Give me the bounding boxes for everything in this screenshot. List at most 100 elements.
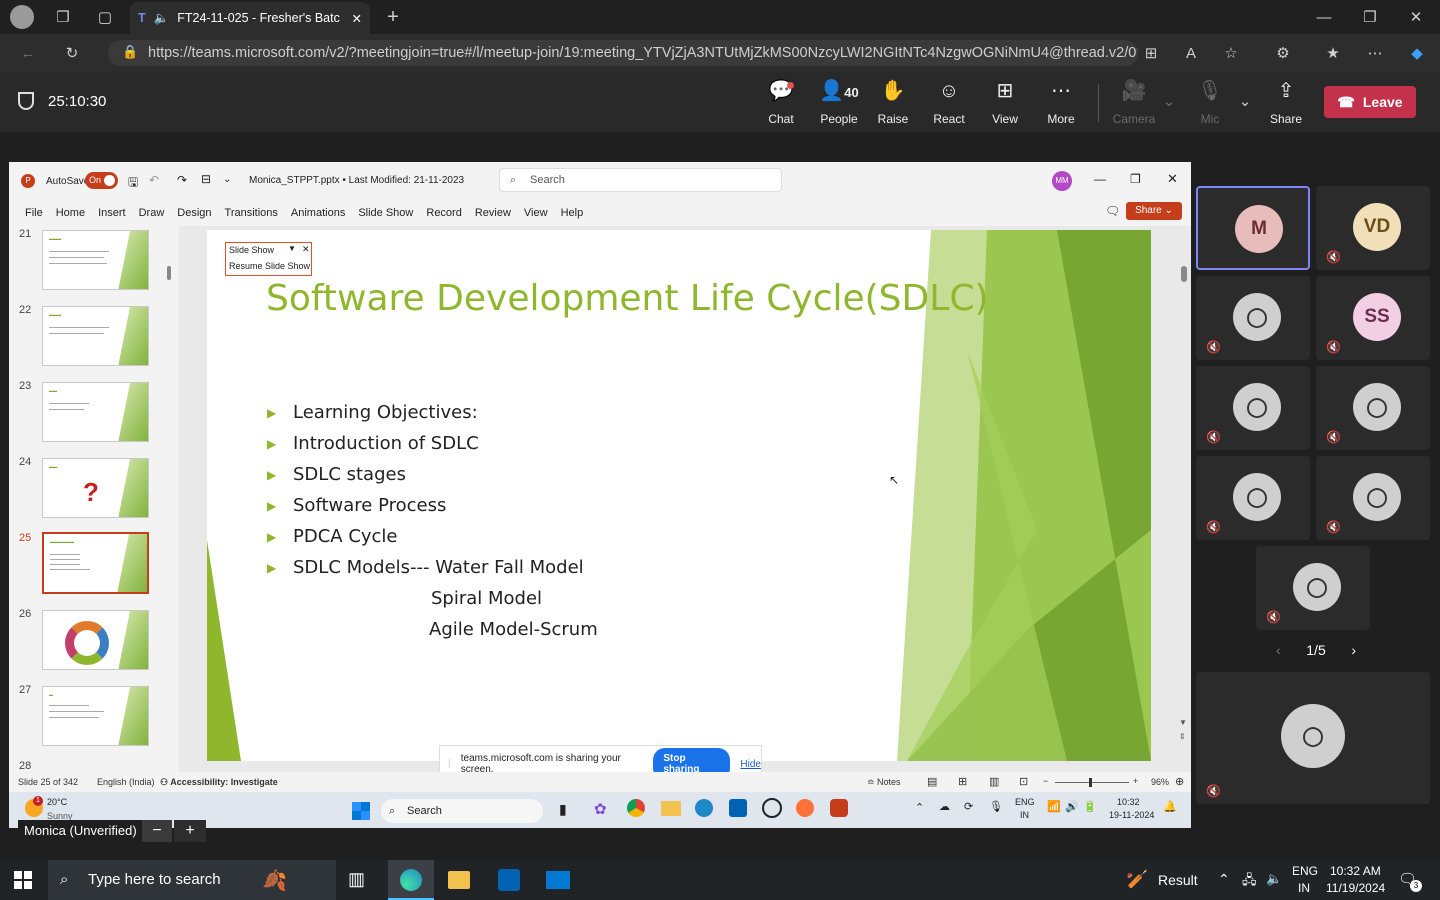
task-view-icon[interactable]: ▥: [348, 869, 365, 890]
tray-overflow-icon[interactable]: ⌃: [1218, 871, 1230, 888]
chat-button[interactable]: 💬 Chat: [755, 80, 807, 126]
scroll-down-icon[interactable]: ▼: [1179, 718, 1187, 727]
language-status[interactable]: English (India): [97, 777, 155, 787]
camera-button[interactable]: 🎥 Camera: [1108, 80, 1160, 126]
menu-draw[interactable]: Draw: [139, 207, 165, 219]
comments-icon[interactable]: 🗨: [1105, 204, 1120, 218]
normal-view-icon[interactable]: ▤: [927, 775, 937, 788]
participant-tile[interactable]: VD 🔇: [1316, 186, 1430, 270]
participant-tile[interactable]: ◯ 🔇: [1196, 456, 1310, 540]
file-explorer-icon[interactable]: [448, 871, 470, 889]
menu-insert[interactable]: Insert: [98, 207, 126, 219]
powerpoint-search-box[interactable]: ⌕ Search: [499, 168, 782, 192]
refresh-button[interactable]: ↻: [60, 42, 84, 64]
slideshow-dropdown-icon[interactable]: ▼: [288, 244, 296, 253]
undo-icon[interactable]: ↶: [149, 173, 159, 187]
battery-icon[interactable]: 🔋: [1083, 800, 1097, 813]
tray-overflow-icon[interactable]: ⌃: [915, 801, 924, 814]
raise-hand-button[interactable]: ✋ Raise: [867, 80, 919, 126]
slide-thumbnail-25-selected[interactable]: ▬▬▬▬▬▬: [42, 532, 149, 594]
mic-button[interactable]: 🎙 Mic: [1184, 80, 1236, 126]
scroll-page-icon[interactable]: ⇕: [1179, 732, 1186, 741]
mic-tray-icon[interactable]: 🎙: [989, 800, 1003, 813]
result-label[interactable]: Result: [1158, 872, 1198, 888]
notifications-bell-icon[interactable]: 🔔: [1163, 800, 1177, 813]
menu-design[interactable]: Design: [177, 207, 211, 219]
dell-icon[interactable]: [762, 798, 782, 818]
hide-link[interactable]: Hide: [740, 759, 761, 770]
read-aloud-icon[interactable]: A: [1180, 42, 1202, 64]
redo-icon[interactable]: ↷: [177, 173, 187, 187]
edge-icon[interactable]: [695, 799, 713, 817]
present-icon[interactable]: ⊟: [201, 172, 211, 186]
view-button[interactable]: ⊞ View: [979, 80, 1031, 126]
drag-handle-icon[interactable]: ⁞: [448, 759, 451, 770]
slideshow-close-icon[interactable]: ✕: [302, 244, 310, 255]
restore-window-button[interactable]: ❐: [1358, 6, 1382, 28]
qat-customize-icon[interactable]: ⌄: [223, 174, 231, 185]
menu-slide-show[interactable]: Slide Show: [358, 207, 413, 219]
chrome-icon[interactable]: [627, 799, 645, 817]
menu-home[interactable]: Home: [56, 207, 85, 219]
react-button[interactable]: ☺ React: [923, 80, 975, 126]
profile-icon[interactable]: [10, 5, 34, 29]
taskbar-search-box[interactable]: ⌕ Type here to search: [48, 860, 336, 900]
autosave-toggle[interactable]: On: [85, 172, 118, 189]
inner-region[interactable]: IN: [1020, 810, 1029, 820]
participant-tile[interactable]: ◯ 🔇: [1316, 456, 1430, 540]
editor-scrollbar[interactable]: [1181, 266, 1187, 282]
wifi-icon[interactable]: 📶: [1047, 800, 1061, 813]
save-icon[interactable]: 🖫: [128, 173, 138, 194]
pp-restore-button[interactable]: ❐: [1130, 172, 1141, 186]
next-page-icon[interactable]: ›: [1351, 642, 1356, 658]
slide-thumbnail-24[interactable]: ▬▬?: [42, 458, 149, 518]
taskbar-region[interactable]: IN: [1298, 881, 1310, 895]
slide-thumbnail-22[interactable]: ▬▬▬: [42, 306, 149, 366]
file-explorer-icon[interactable]: [661, 801, 681, 816]
firefox-icon[interactable]: [796, 799, 814, 817]
mail-icon[interactable]: [546, 871, 570, 889]
menu-record[interactable]: Record: [426, 207, 461, 219]
user-avatar[interactable]: MM: [1052, 171, 1072, 191]
menu-review[interactable]: Review: [475, 207, 511, 219]
inner-lang[interactable]: ENG: [1015, 797, 1035, 807]
pp-close-button[interactable]: ✕: [1167, 171, 1178, 187]
taskbar-time[interactable]: 10:32 AM: [1330, 864, 1381, 878]
favorites-bar-icon[interactable]: ★: [1322, 42, 1344, 64]
close-tab-icon[interactable]: ✕: [352, 11, 362, 26]
store-icon[interactable]: [498, 869, 520, 891]
sync-icon[interactable]: ⟳: [964, 800, 973, 813]
participant-tile[interactable]: ◯ 🔇: [1196, 366, 1310, 450]
zoom-in-icon[interactable]: +: [1133, 776, 1138, 786]
participant-tile[interactable]: SS 🔇: [1316, 276, 1430, 360]
slide-thumbnail-26[interactable]: [42, 610, 149, 670]
participant-tile[interactable]: ◯ 🔇: [1196, 276, 1310, 360]
inner-clock-time[interactable]: 10:32: [1117, 797, 1140, 807]
slide-thumbnail-23[interactable]: ▬▬: [42, 382, 149, 442]
volume-icon[interactable]: 🔈: [1266, 871, 1282, 887]
browser-tab-active[interactable]: T 🔈 FT24-11-025 - Fresher's Batc ✕: [130, 2, 370, 34]
windows-start-icon[interactable]: [352, 802, 370, 820]
presenter-view-icon[interactable]: ⊡: [1019, 775, 1028, 788]
network-icon[interactable]: 🖧: [1242, 871, 1257, 893]
favorite-icon[interactable]: ☆: [1220, 42, 1242, 64]
taskbar-lang[interactable]: ENG: [1292, 864, 1318, 878]
store-icon[interactable]: [729, 799, 747, 817]
participant-tile[interactable]: ◯ 🔇: [1316, 366, 1430, 450]
minimize-window-button[interactable]: —: [1312, 6, 1336, 28]
notes-button[interactable]: ≏ Notes: [867, 777, 901, 788]
inner-search-box[interactable]: ⌕ Search: [381, 799, 543, 823]
resume-slideshow-link[interactable]: Resume Slide Show: [229, 261, 310, 271]
slide-thumbnail-21[interactable]: ▬▬▬: [42, 230, 149, 290]
fit-slide-icon[interactable]: ⊕: [1175, 775, 1184, 788]
leave-button[interactable]: ☎ Leave: [1324, 86, 1416, 118]
file-name[interactable]: Monica_STPPT.pptx • Last Modified: 21-11…: [249, 175, 464, 186]
shrink-self-view-button[interactable]: −: [142, 820, 172, 842]
accessibility-status[interactable]: ⚇ Accessibility: Investigate: [160, 777, 278, 788]
tab-actions-icon[interactable]: ▢: [94, 6, 116, 28]
camera-options-chevron-icon[interactable]: ⌄: [1160, 92, 1178, 110]
self-video-tile[interactable]: ◯ 🔇: [1196, 672, 1430, 804]
new-tab-button[interactable]: +: [382, 6, 404, 28]
prev-page-icon[interactable]: ‹: [1276, 642, 1281, 658]
menu-help[interactable]: Help: [561, 207, 584, 219]
